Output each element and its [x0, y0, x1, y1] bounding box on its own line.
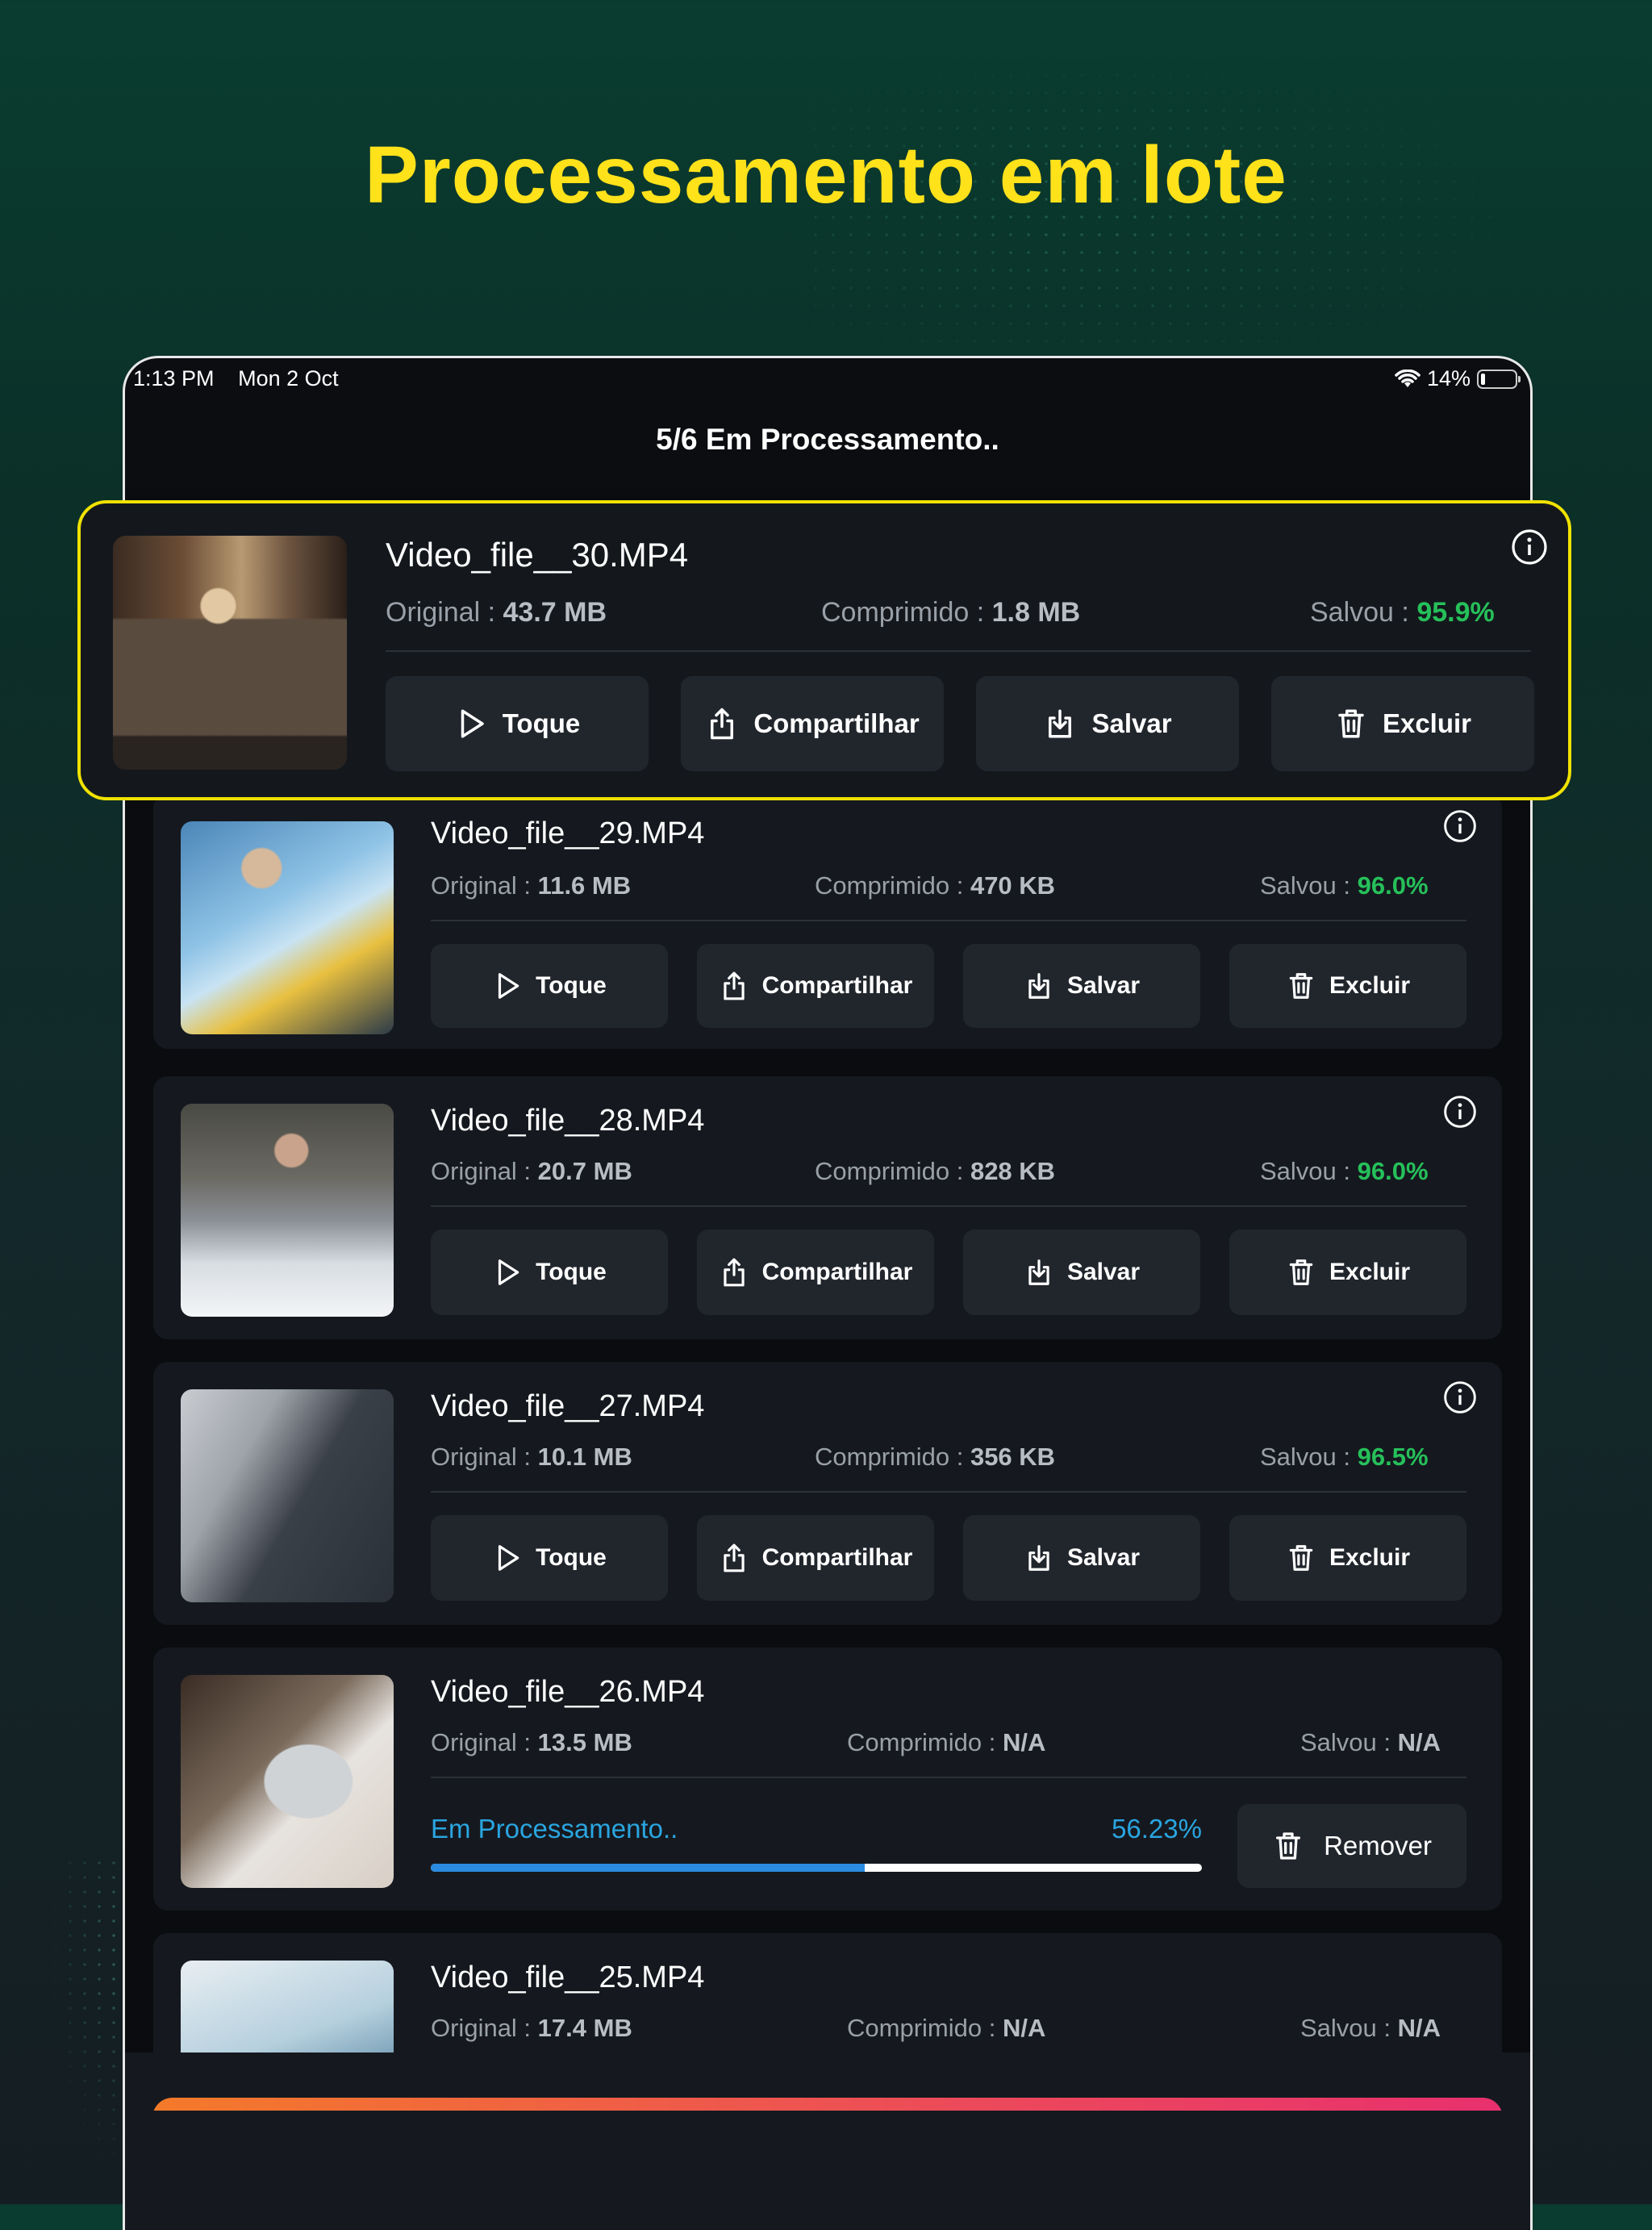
- saved-percent: Salvou : N/A: [1300, 1728, 1441, 1756]
- divider: [431, 1491, 1466, 1493]
- trash-icon: [1338, 709, 1364, 738]
- share-icon: [711, 708, 734, 740]
- share-icon: [723, 1543, 745, 1572]
- list-item: Video_file__28.MP4 Original : 20.7 MB Co…: [153, 1076, 1502, 1339]
- save-button[interactable]: Salvar: [963, 1230, 1200, 1315]
- original-size: Original : 17.4 MB: [431, 2014, 632, 2042]
- battery-percent: 14%: [1426, 366, 1471, 390]
- list-item: Video_file__29.MP4 Original : 11.6 MB Co…: [153, 794, 1502, 1049]
- remove-button[interactable]: Remover: [1237, 1804, 1466, 1888]
- play-button[interactable]: Toque: [431, 944, 668, 1028]
- progress-bar: [431, 1864, 1202, 1872]
- file-name: Video_file__28.MP4: [431, 1104, 705, 1138]
- share-button[interactable]: Compartilhar: [697, 944, 934, 1028]
- saved-percent: Salvou : 96.0%: [1260, 871, 1429, 900]
- play-button[interactable]: Toque: [431, 1230, 668, 1315]
- trash-icon: [1289, 1545, 1313, 1571]
- divider: [431, 1777, 1466, 1778]
- video-thumbnail[interactable]: [181, 1104, 394, 1317]
- original-size: Original : 43.7 MB: [386, 597, 607, 628]
- play-button[interactable]: Toque: [431, 1515, 668, 1601]
- saved-percent: Salvou : 96.5%: [1260, 1443, 1429, 1471]
- battery-icon: [1477, 369, 1521, 389]
- wifi-icon: [1395, 369, 1420, 387]
- download-icon: [1028, 1259, 1049, 1285]
- status-time: 1:13 PM: [133, 366, 215, 390]
- share-button[interactable]: Compartilhar: [697, 1230, 934, 1315]
- trash-icon: [1289, 1259, 1313, 1285]
- list-item: Video_file__27.MP4 Original : 10.1 MB Co…: [153, 1362, 1502, 1625]
- play-icon: [499, 973, 519, 999]
- delete-button[interactable]: Excluir: [1229, 1230, 1466, 1315]
- compressed-size: Comprimido : 1.8 MB: [821, 597, 1081, 628]
- delete-button[interactable]: Excluir: [1229, 944, 1466, 1028]
- save-button[interactable]: Salvar: [963, 1515, 1200, 1601]
- original-size: Original : 11.6 MB: [431, 871, 632, 900]
- share-button[interactable]: Compartilhar: [697, 1515, 934, 1601]
- file-name: Video_file__29.MP4: [431, 816, 705, 850]
- bottom-panel-base: [125, 2111, 1530, 2230]
- original-size: Original : 13.5 MB: [431, 1728, 632, 1756]
- compressed-size: Comprimido : 356 KB: [815, 1443, 1056, 1471]
- save-button[interactable]: Salvar: [963, 944, 1200, 1028]
- saved-percent: Salvou : N/A: [1300, 2014, 1441, 2042]
- video-thumbnail[interactable]: [181, 1389, 394, 1602]
- video-thumbnail[interactable]: [181, 821, 394, 1034]
- delete-button[interactable]: Excluir: [1229, 1515, 1466, 1601]
- share-button[interactable]: Compartilhar: [681, 676, 944, 771]
- save-button[interactable]: Salvar: [976, 676, 1239, 771]
- compressed-size: Comprimido : N/A: [847, 2014, 1046, 2042]
- video-thumbnail[interactable]: [113, 536, 347, 770]
- share-icon: [723, 971, 745, 1000]
- play-icon: [499, 1545, 519, 1571]
- info-icon[interactable]: [1442, 1094, 1478, 1130]
- original-size: Original : 20.7 MB: [431, 1157, 632, 1185]
- original-size: Original : 10.1 MB: [431, 1443, 632, 1471]
- saved-percent: Salvou : 95.9%: [1310, 597, 1495, 628]
- info-icon[interactable]: [1442, 808, 1478, 844]
- status-bar: 1:13 PM Mon 2 Oct 14%: [125, 358, 1530, 399]
- download-icon: [1028, 1545, 1049, 1571]
- delete-button[interactable]: Excluir: [1271, 676, 1534, 771]
- progress-fill: [431, 1864, 865, 1872]
- info-icon[interactable]: [1510, 528, 1549, 566]
- file-name: Video_file__30.MP4: [386, 536, 689, 574]
- progress-percent: 56.23%: [1112, 1814, 1202, 1844]
- list-item-processing: Video_file__26.MP4 Original : 13.5 MB Co…: [153, 1647, 1502, 1911]
- divider: [431, 1205, 1466, 1207]
- saved-percent: Salvou : 96.0%: [1260, 1157, 1429, 1185]
- processing-label: Em Processamento..: [431, 1814, 678, 1844]
- video-thumbnail[interactable]: [181, 1675, 394, 1888]
- file-name: Video_file__27.MP4: [431, 1389, 705, 1423]
- play-icon: [461, 709, 484, 738]
- divider: [386, 650, 1531, 652]
- compressed-size: Comprimido : 828 KB: [815, 1157, 1056, 1185]
- compressed-size: Comprimido : 470 KB: [815, 871, 1056, 900]
- highlighted-item: Video_file__30.MP4 Original : 43.7 MB Co…: [77, 500, 1571, 800]
- file-name: Video_file__25.MP4: [431, 1961, 705, 1994]
- file-name: Video_file__26.MP4: [431, 1675, 705, 1709]
- compressed-size: Comprimido : N/A: [847, 1728, 1046, 1756]
- trash-icon: [1289, 973, 1313, 999]
- share-icon: [723, 1258, 745, 1287]
- nav-title: 5/6 Em Processamento..: [656, 423, 999, 456]
- play-button[interactable]: Toque: [386, 676, 649, 771]
- play-icon: [499, 1259, 519, 1285]
- info-icon[interactable]: [1442, 1380, 1478, 1415]
- status-date: Mon 2 Oct: [238, 366, 339, 390]
- download-icon: [1049, 709, 1072, 738]
- divider: [431, 920, 1466, 921]
- headline: Processamento em lote: [365, 130, 1287, 220]
- trash-icon: [1276, 1832, 1301, 1860]
- download-icon: [1028, 973, 1049, 999]
